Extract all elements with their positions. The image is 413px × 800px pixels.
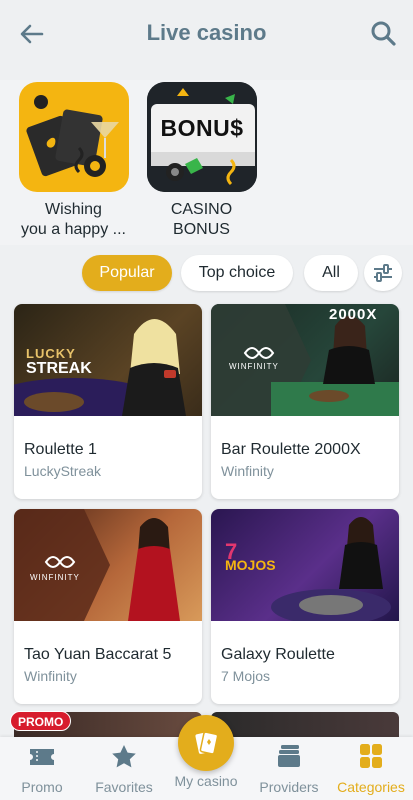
celebration-art — [25, 95, 119, 177]
game-card[interactable]: 2000X WINFINITY Bar Roulette 2000X Winfi… — [211, 304, 399, 499]
promo-label-1: CASINO — [170, 201, 233, 218]
page-title: Live casino — [146, 20, 267, 45]
my-casino-button[interactable] — [178, 715, 234, 771]
promo-label-2: you a happy ... — [21, 221, 126, 238]
search-icon[interactable] — [369, 19, 397, 47]
app-header: Live casino — [0, 0, 413, 66]
game-name: Roulette 1 — [24, 441, 97, 458]
game-name: Tao Yuan Baccarat 5 — [24, 646, 172, 663]
thumb-logo-text: WINFINITY — [229, 362, 279, 371]
nav-label: Promo — [21, 779, 63, 795]
promo-label-2: BONUS — [173, 221, 230, 238]
game-provider: Winfinity — [24, 668, 77, 684]
filter-chips: Popular Top choice All — [0, 252, 413, 294]
arrow-left-icon[interactable] — [18, 20, 46, 48]
promo-thumb-wishing — [18, 82, 129, 192]
thumb-logo-text: 2000X — [329, 306, 378, 323]
bonus-art-text: BONU$ — [160, 115, 244, 141]
promo-label-1: Wishing — [45, 201, 102, 218]
thumb-logo-text: STREAK — [26, 360, 92, 377]
nav-categories[interactable]: Categories — [331, 743, 411, 795]
game-thumb: LUCKY STREAK — [14, 304, 202, 416]
promo-card-wishing[interactable]: Wishing you a happy ... — [16, 82, 131, 240]
nav-label: Providers — [259, 779, 319, 795]
game-provider: 7 Mojos — [221, 668, 271, 684]
nav-label: Favorites — [95, 779, 153, 795]
star-icon — [112, 745, 136, 768]
game-thumb: 2000X WINFINITY — [211, 304, 399, 416]
filter-sliders-icon — [374, 264, 392, 282]
nav-promo[interactable]: Promo — [2, 743, 82, 795]
chip-popular[interactable]: Popular — [82, 255, 172, 291]
nav-favorites[interactable]: Favorites — [84, 743, 164, 795]
grid-squares-icon — [360, 744, 382, 768]
nav-label-my-casino: My casino — [174, 773, 238, 789]
promo-card-casino-bonus[interactable]: BONU$ CASINO BONUS — [144, 82, 259, 240]
promo-thumb-bonus: BONU$ — [146, 82, 257, 192]
filter-button[interactable] — [364, 255, 402, 291]
nav-providers[interactable]: Providers — [249, 743, 329, 795]
game-name: Galaxy Roulette — [221, 646, 335, 663]
promo-badge: PROMO — [10, 711, 72, 731]
thumb-logo-text: WINFINITY — [30, 573, 80, 582]
game-provider: LuckyStreak — [24, 463, 102, 479]
game-name: Bar Roulette 2000X — [221, 441, 361, 458]
winfinity-logo-icon — [243, 347, 275, 359]
game-card[interactable]: WINFINITY Tao Yuan Baccarat 5 Winfinity — [14, 509, 202, 704]
seven-logo-icon: 7 — [225, 539, 238, 564]
stacked-cards-icon — [278, 745, 300, 767]
game-card[interactable]: MOJOS 7 Galaxy Roulette 7 Mojos — [211, 509, 399, 704]
game-thumb: WINFINITY — [14, 509, 202, 621]
dealer-art — [14, 509, 180, 621]
game-provider: Winfinity — [221, 463, 274, 479]
ticket-icon — [30, 749, 54, 765]
chip-all[interactable]: All — [304, 255, 358, 291]
game-thumb: MOJOS 7 — [211, 509, 399, 621]
thumb-logo-text: LUCKY — [26, 346, 76, 361]
playing-cards-icon — [195, 731, 219, 755]
promo-carousel: Wishing you a happy ... BONU$ CASINO BON… — [0, 80, 413, 245]
nav-label: Categories — [337, 779, 405, 795]
game-card[interactable]: LUCKY STREAK Roulette 1 LuckyStreak — [14, 304, 202, 499]
winfinity-logo-icon — [44, 556, 76, 568]
chip-top-choice[interactable]: Top choice — [181, 255, 293, 291]
